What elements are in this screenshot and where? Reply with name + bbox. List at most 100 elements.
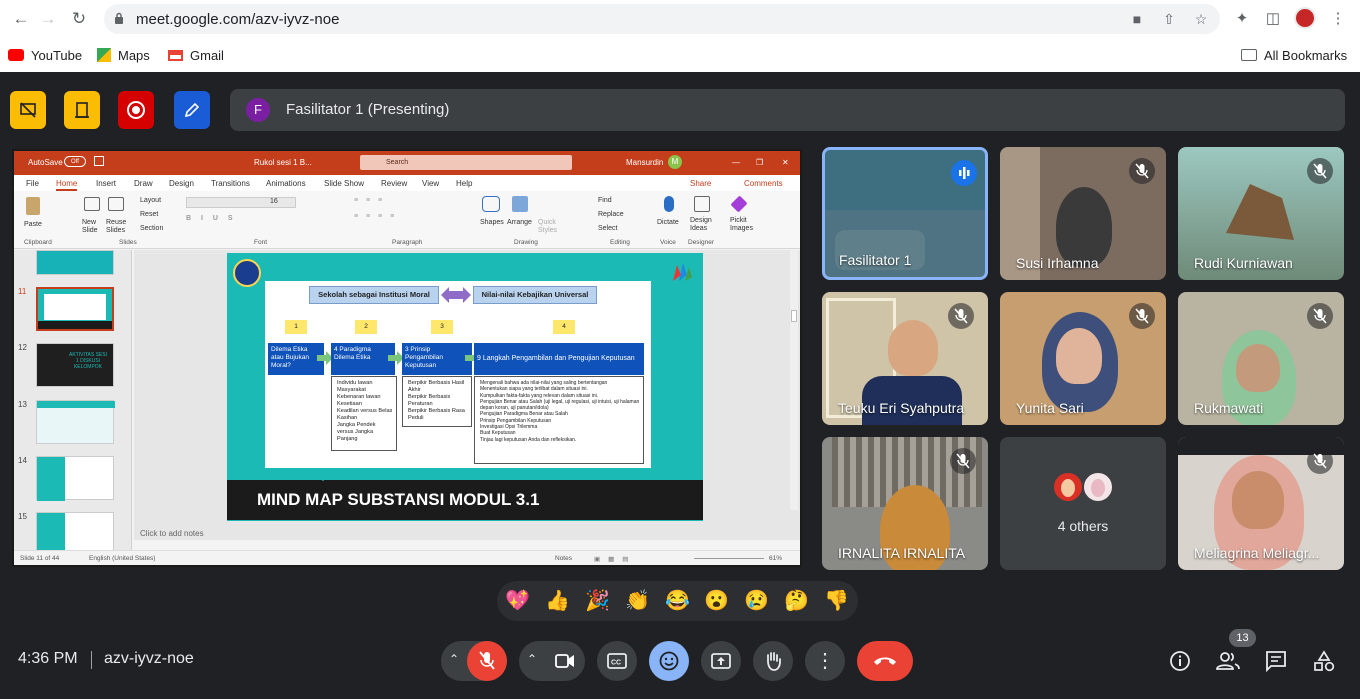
layout-button[interactable]: Layout (140, 197, 161, 204)
people-button[interactable] (1216, 649, 1240, 673)
more-options-button[interactable]: ⋮ (805, 641, 845, 681)
menu-view[interactable]: View (422, 179, 439, 188)
back-arrow-icon[interactable]: ← (10, 8, 32, 30)
ppt-search[interactable]: Search (360, 155, 572, 170)
camera-options-chevron-icon[interactable]: ⌃ (527, 652, 537, 666)
bookmark-youtube[interactable]: YouTube (8, 46, 82, 64)
reload-icon[interactable]: ↻ (68, 8, 90, 30)
new-slide-icon[interactable] (84, 197, 100, 211)
minimize-icon[interactable]: — (732, 158, 740, 167)
hide-captions-tool[interactable] (10, 91, 46, 129)
slide-thumbnail[interactable] (36, 456, 114, 501)
reset-button[interactable]: Reset (140, 211, 158, 218)
side-panel-icon[interactable]: ◫ (1263, 9, 1283, 29)
participant-tile-teuku[interactable]: Teuku Eri Syahputra (822, 292, 988, 425)
menu-kebab-icon[interactable]: ⋮ (1328, 9, 1348, 29)
find-button[interactable]: Find (598, 197, 612, 204)
camera-icon[interactable]: ■ (1128, 11, 1146, 27)
mic-options-chevron-icon[interactable]: ⌃ (449, 652, 459, 666)
arrange-icon[interactable] (512, 196, 528, 212)
menu-review[interactable]: Review (381, 179, 407, 188)
reaction-heart[interactable]: 💖 (505, 589, 530, 613)
record-tool[interactable] (118, 91, 154, 129)
chat-button[interactable] (1264, 649, 1288, 673)
raise-hand-button[interactable] (753, 641, 793, 681)
reaction-surprised[interactable]: 😮 (704, 589, 729, 613)
reaction-laugh[interactable]: 😂 (665, 589, 690, 613)
font-format-icons[interactable]: B I U S (186, 215, 237, 222)
emoji-button[interactable] (649, 641, 689, 681)
paragraph-icons[interactable]: ≡ ≡ ≡ (354, 197, 385, 204)
zoom-slider[interactable] (694, 558, 764, 559)
menu-slideshow[interactable]: Slide Show (324, 179, 364, 188)
slide-thumbnail[interactable] (36, 250, 114, 275)
paste-icon[interactable] (26, 197, 40, 215)
scroll-thumb[interactable] (791, 310, 797, 322)
share-page-icon[interactable]: ⇧ (1160, 11, 1178, 27)
slide-canvas[interactable]: Sekolah sebagai Institusi Moral Nilai-ni… (134, 250, 800, 540)
file-name[interactable]: Rukol sesi 1 B... (254, 158, 312, 167)
slide-thumbnail-selected[interactable] (36, 287, 114, 331)
participant-tile-susi[interactable]: Susi Irhamna (1000, 147, 1166, 280)
profile-avatar[interactable] (1294, 7, 1316, 29)
bookmark-gmail[interactable]: Gmail (168, 46, 224, 64)
participant-tile-rudi[interactable]: Rudi Kurniawan (1178, 147, 1344, 280)
reaction-sad[interactable]: 😢 (744, 589, 769, 613)
pickit-icon[interactable] (730, 195, 748, 213)
font-size-value[interactable]: 16 (270, 198, 278, 205)
camera-toggle-button[interactable] (545, 641, 585, 681)
menu-home[interactable]: Home (56, 179, 78, 191)
reuse-slides-icon[interactable] (108, 197, 124, 211)
vertical-scrollbar[interactable] (790, 250, 798, 510)
comments-button[interactable]: Comments (744, 179, 783, 188)
section-button[interactable]: Section (140, 225, 163, 232)
menu-insert[interactable]: Insert (96, 179, 116, 188)
captions-button[interactable]: CC (597, 641, 637, 681)
whiteboard-tool[interactable] (174, 91, 210, 129)
menu-help[interactable]: Help (456, 179, 472, 188)
door-tool[interactable] (64, 91, 100, 129)
mic-toggle-button[interactable] (467, 641, 507, 681)
bookmark-maps[interactable]: Maps (97, 46, 150, 64)
bookmark-star-icon[interactable]: ☆ (1192, 11, 1210, 27)
slide-thumbnail[interactable] (36, 400, 115, 444)
replace-button[interactable]: Replace (598, 211, 624, 218)
menu-transitions[interactable]: Transitions (211, 179, 250, 188)
notes-placeholder[interactable]: Click to add notes (140, 529, 204, 538)
save-icon[interactable] (94, 156, 104, 166)
select-button[interactable]: Select (598, 225, 617, 232)
others-tile[interactable]: 4 others (1000, 437, 1166, 570)
view-buttons[interactable]: ▣▦▤ (594, 555, 636, 563)
design-ideas-icon[interactable] (694, 196, 710, 212)
reaction-thinking[interactable]: 🤔 (784, 589, 809, 613)
activities-button[interactable] (1312, 649, 1336, 673)
menu-draw[interactable]: Draw (134, 179, 153, 188)
present-button[interactable] (701, 641, 741, 681)
all-bookmarks[interactable]: All Bookmarks (1241, 46, 1347, 64)
shared-screen[interactable]: AutoSave Off Rukol sesi 1 B... Search Ma… (12, 149, 802, 567)
notes-button[interactable]: Notes (555, 555, 572, 562)
address-bar[interactable]: meet.google.com/azv-iyvz-noe ■ ⇧ ☆ (104, 4, 1220, 34)
autosave-toggle[interactable]: Off (64, 156, 86, 167)
reaction-party[interactable]: 🎉 (585, 589, 610, 613)
align-icons[interactable]: ≡ ≡ ≡ ≡ (354, 213, 397, 220)
reaction-thumbs-down[interactable]: 👎 (824, 589, 849, 613)
forward-arrow-icon[interactable]: → (37, 8, 59, 30)
menu-file[interactable]: File (26, 179, 39, 188)
close-icon[interactable]: ✕ (782, 158, 789, 167)
leave-call-button[interactable] (857, 641, 913, 681)
menu-animations[interactable]: Animations (266, 179, 306, 188)
participant-tile-yunita[interactable]: Yunita Sari (1000, 292, 1166, 425)
meeting-details-button[interactable] (1168, 649, 1192, 673)
font-family-box[interactable] (186, 197, 296, 208)
microphone-icon[interactable] (664, 196, 674, 212)
quick-styles-label[interactable]: Quick Styles (538, 219, 560, 235)
share-button[interactable]: Share (690, 179, 711, 188)
participant-tile-rukmawati[interactable]: Rukmawati (1178, 292, 1344, 425)
url-text[interactable]: meet.google.com/azv-iyvz-noe (136, 11, 339, 28)
participant-tile-irnalita[interactable]: IRNALITA IRNALITA (822, 437, 988, 570)
extensions-icon[interactable]: ✦ (1232, 9, 1252, 29)
shapes-icon[interactable] (482, 196, 500, 212)
reaction-thumbs-up[interactable]: 👍 (545, 589, 570, 613)
menu-design[interactable]: Design (169, 179, 194, 188)
